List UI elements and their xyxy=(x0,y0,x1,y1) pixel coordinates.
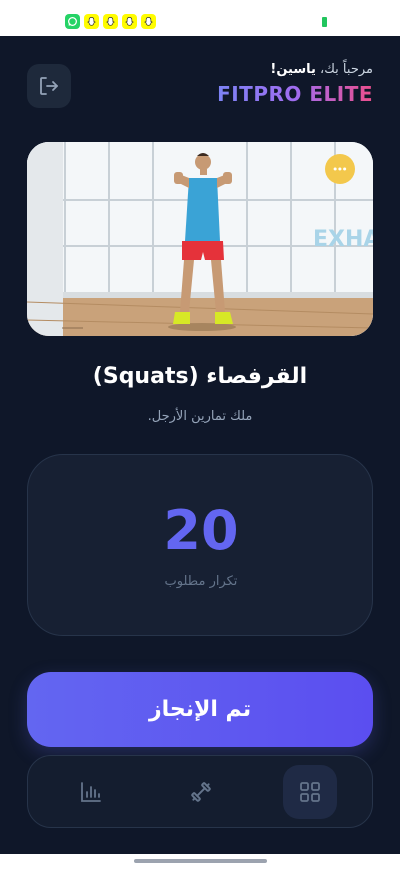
grid-icon xyxy=(300,782,320,802)
svg-text:● ● ●: ● ● ● xyxy=(333,166,347,171)
snapchat-icon xyxy=(141,14,156,29)
app-screen: مرحباً بك، ياسين! FITPRO ELITE ● ● ● EXH… xyxy=(0,36,400,854)
dumbbell-icon xyxy=(191,782,211,802)
user-name: ياسين! xyxy=(270,62,316,77)
home-indicator-area xyxy=(0,854,400,872)
greeting-prefix: مرحباً بك، xyxy=(320,62,373,77)
done-button[interactable]: تم الإنجاز xyxy=(27,672,373,747)
home-indicator[interactable] xyxy=(134,859,267,863)
reps-label: تكرار مطلوب xyxy=(164,574,238,589)
exercise-video-frame: ● ● ● EXHALE xyxy=(27,142,373,336)
greeting: مرحباً بك، ياسين! xyxy=(270,62,373,77)
snapchat-icon xyxy=(84,14,99,29)
logout-icon xyxy=(40,77,58,95)
exercise-subtitle: ملك تمارين الأرجل. xyxy=(147,409,253,424)
exercise-title: القرفصاء (Squats) xyxy=(92,364,308,389)
snapchat-icon xyxy=(122,14,137,29)
whatsapp-icon xyxy=(65,14,80,29)
video-overlay-text: EXHALE xyxy=(313,227,373,252)
logout-button[interactable] xyxy=(27,64,71,108)
exercise-video[interactable]: ● ● ● EXHALE xyxy=(27,142,373,336)
status-bar xyxy=(0,0,400,36)
nav-workouts[interactable] xyxy=(174,765,228,819)
bottom-nav xyxy=(27,755,373,828)
notification-icons xyxy=(65,14,156,29)
snapchat-icon xyxy=(103,14,118,29)
battery-icon xyxy=(322,17,327,27)
reps-count: 20 xyxy=(163,499,239,562)
stats-icon xyxy=(81,782,101,802)
nav-stats[interactable] xyxy=(64,765,118,819)
nav-home[interactable] xyxy=(283,765,337,819)
brand-title: FITPRO ELITE xyxy=(217,82,373,106)
reps-card: 20 تكرار مطلوب xyxy=(27,454,373,636)
